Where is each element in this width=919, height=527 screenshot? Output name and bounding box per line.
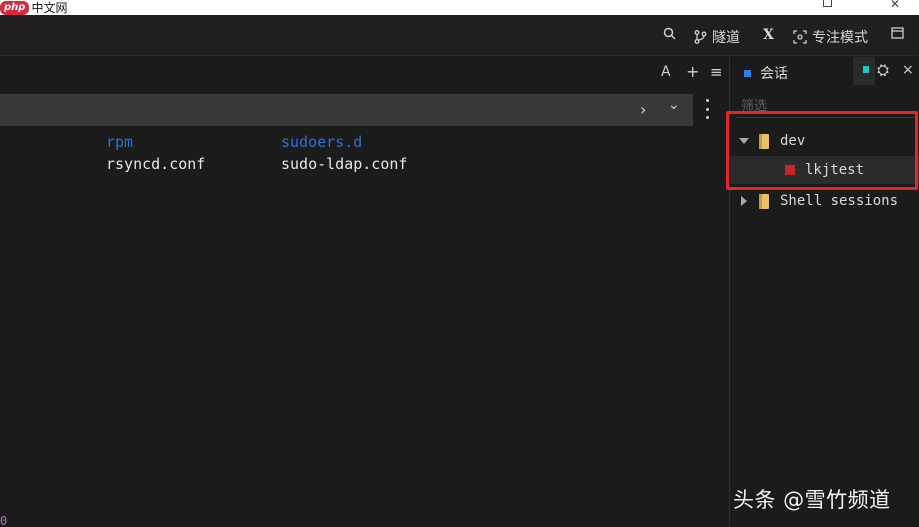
tunnel-icon [694,30,707,44]
terminal-bottom-fragment: 0 [0,514,8,527]
tab-secondary[interactable] [853,57,875,85]
focus-mode-label: 专注模式 [812,30,868,46]
tunnel-label: 隧道 [712,30,740,46]
tree-group-shell-sessions[interactable]: Shell sessions [730,187,919,215]
tab-menu-button[interactable]: ≡ [710,63,723,81]
tunnel-button[interactable]: 隧道 [694,27,740,47]
layout-icon [891,27,904,39]
terminal-tab-bar: A + ≡ [0,57,729,90]
close-icon[interactable]: × [902,62,914,78]
site-watermark-logo: php 中文网 [0,0,67,15]
expand-right-icon[interactable] [741,196,747,206]
secondary-tab-icon [863,66,869,73]
x-button[interactable]: X [763,27,774,43]
sessions-tab-icon [744,69,751,77]
terminal-entry: sudo-ldap.conf [281,155,408,173]
terminal-header-strip: › ⌄ [0,94,693,126]
sidebar-header: 会话 ⛭ × [730,57,919,85]
x-label: X [763,27,774,43]
highlight-annotation [726,111,918,190]
more-options-icon[interactable] [704,99,710,119]
chevron-right-icon[interactable]: › [640,100,646,119]
terminal-entry: sudoers.d [281,133,363,151]
search-icon [663,27,676,40]
gear-icon[interactable]: ⛭ [877,61,889,79]
bottom-watermark: 头条 @雪竹频道 [733,488,891,512]
terminal-entry: rpm [106,133,134,151]
watermark-php: php [0,0,30,15]
tree-group-label: Shell sessions [780,193,899,209]
tab-sessions[interactable]: 会话 [744,63,788,83]
window-restore-icon[interactable] [823,0,832,7]
title-bar: php 中文网 ✕ [0,0,919,15]
chevron-down-icon[interactable]: ⌄ [668,97,680,113]
top-toolbar: 隧道 X 专注模式 [0,15,919,56]
folder-icon [759,193,769,209]
watermark-site-name: 中文网 [31,1,68,15]
search-button[interactable] [663,27,681,40]
focus-mode-button[interactable]: 专注模式 [793,27,868,47]
focus-icon [793,30,807,44]
font-button[interactable]: A [661,64,671,80]
sessions-tab-label: 会话 [760,66,788,82]
terminal-entry: rsyncd.conf [106,155,206,173]
new-tab-button[interactable]: + [686,62,699,81]
window-close-icon[interactable]: ✕ [890,0,900,11]
layout-button[interactable] [891,27,909,39]
